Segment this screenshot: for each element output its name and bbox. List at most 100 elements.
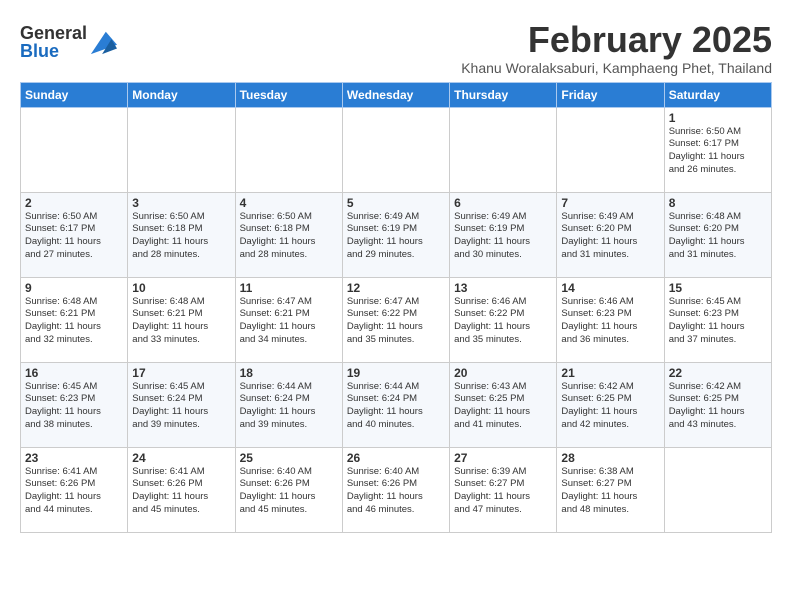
day-info-line: and 41 minutes. — [454, 419, 552, 432]
day-info-line: and 37 minutes. — [669, 334, 767, 347]
day-info-line: Sunset: 6:27 PM — [454, 478, 552, 491]
day-info-line: Sunrise: 6:47 AM — [240, 296, 338, 309]
day-info-line: and 42 minutes. — [561, 419, 659, 432]
calendar-day-cell — [128, 107, 235, 192]
calendar-day-cell: 5Sunrise: 6:49 AMSunset: 6:19 PMDaylight… — [342, 192, 449, 277]
day-info-line: and 39 minutes. — [132, 419, 230, 432]
weekday-header-cell: Wednesday — [342, 82, 449, 107]
calendar-day-cell: 16Sunrise: 6:45 AMSunset: 6:23 PMDayligh… — [21, 362, 128, 447]
day-info-line: Daylight: 11 hours — [132, 321, 230, 334]
day-info-line: and 35 minutes. — [347, 334, 445, 347]
calendar-day-cell: 18Sunrise: 6:44 AMSunset: 6:24 PMDayligh… — [235, 362, 342, 447]
day-info-line: Sunset: 6:24 PM — [240, 393, 338, 406]
day-info-line: Daylight: 11 hours — [454, 406, 552, 419]
day-info-line: and 47 minutes. — [454, 504, 552, 517]
day-info-line: and 45 minutes. — [132, 504, 230, 517]
logo-icon — [89, 28, 117, 56]
day-info-line: Sunset: 6:23 PM — [561, 308, 659, 321]
day-info-line: and 31 minutes. — [669, 249, 767, 262]
day-info-line: and 32 minutes. — [25, 334, 123, 347]
day-info-line: and 34 minutes. — [240, 334, 338, 347]
day-info-line: and 26 minutes. — [669, 164, 767, 177]
day-info-line: and 44 minutes. — [25, 504, 123, 517]
calendar-day-cell: 3Sunrise: 6:50 AMSunset: 6:18 PMDaylight… — [128, 192, 235, 277]
day-number: 8 — [669, 196, 767, 210]
day-info-line: Sunrise: 6:39 AM — [454, 466, 552, 479]
day-info-line: Daylight: 11 hours — [454, 321, 552, 334]
location-subtitle: Khanu Woralaksaburi, Kamphaeng Phet, Tha… — [461, 60, 772, 76]
day-number: 6 — [454, 196, 552, 210]
day-info-line: Sunrise: 6:41 AM — [132, 466, 230, 479]
day-info-line: Sunset: 6:25 PM — [669, 393, 767, 406]
day-info-line: Sunrise: 6:44 AM — [347, 381, 445, 394]
logo-blue-text: Blue — [20, 42, 87, 60]
day-info-line: and 46 minutes. — [347, 504, 445, 517]
day-number: 24 — [132, 451, 230, 465]
day-info-line: Daylight: 11 hours — [347, 406, 445, 419]
day-info-line: Daylight: 11 hours — [25, 406, 123, 419]
day-info-line: Daylight: 11 hours — [454, 491, 552, 504]
weekday-header-cell: Saturday — [664, 82, 771, 107]
day-number: 4 — [240, 196, 338, 210]
calendar-day-cell: 24Sunrise: 6:41 AMSunset: 6:26 PMDayligh… — [128, 447, 235, 532]
day-info-line: Sunrise: 6:49 AM — [454, 211, 552, 224]
day-number: 25 — [240, 451, 338, 465]
day-info-line: and 31 minutes. — [561, 249, 659, 262]
day-number: 15 — [669, 281, 767, 295]
day-info-line: Daylight: 11 hours — [25, 491, 123, 504]
calendar-body: 1Sunrise: 6:50 AMSunset: 6:17 PMDaylight… — [21, 107, 772, 532]
day-info-line: Sunset: 6:20 PM — [561, 223, 659, 236]
day-info-line: Sunset: 6:17 PM — [669, 138, 767, 151]
day-info-line: Sunset: 6:22 PM — [347, 308, 445, 321]
calendar-day-cell: 11Sunrise: 6:47 AMSunset: 6:21 PMDayligh… — [235, 277, 342, 362]
day-info-line: Sunset: 6:21 PM — [240, 308, 338, 321]
calendar-day-cell — [450, 107, 557, 192]
day-info-line: Sunset: 6:22 PM — [454, 308, 552, 321]
day-info-line: Sunrise: 6:42 AM — [669, 381, 767, 394]
day-info-line: Sunrise: 6:49 AM — [561, 211, 659, 224]
calendar-day-cell: 1Sunrise: 6:50 AMSunset: 6:17 PMDaylight… — [664, 107, 771, 192]
day-info-line: and 40 minutes. — [347, 419, 445, 432]
day-info-line: and 30 minutes. — [454, 249, 552, 262]
day-number: 21 — [561, 366, 659, 380]
calendar-day-cell: 6Sunrise: 6:49 AMSunset: 6:19 PMDaylight… — [450, 192, 557, 277]
day-number: 3 — [132, 196, 230, 210]
calendar-week-row: 23Sunrise: 6:41 AMSunset: 6:26 PMDayligh… — [21, 447, 772, 532]
day-info-line: Daylight: 11 hours — [561, 321, 659, 334]
day-info-line: Daylight: 11 hours — [561, 406, 659, 419]
day-info-line: Sunrise: 6:44 AM — [240, 381, 338, 394]
calendar-day-cell — [235, 107, 342, 192]
day-number: 14 — [561, 281, 659, 295]
calendar-day-cell: 23Sunrise: 6:41 AMSunset: 6:26 PMDayligh… — [21, 447, 128, 532]
calendar-day-cell — [342, 107, 449, 192]
day-info-line: and 39 minutes. — [240, 419, 338, 432]
calendar-day-cell: 12Sunrise: 6:47 AMSunset: 6:22 PMDayligh… — [342, 277, 449, 362]
day-info-line: Daylight: 11 hours — [25, 236, 123, 249]
day-info-line: Sunrise: 6:40 AM — [347, 466, 445, 479]
day-info-line: Daylight: 11 hours — [25, 321, 123, 334]
calendar-day-cell: 22Sunrise: 6:42 AMSunset: 6:25 PMDayligh… — [664, 362, 771, 447]
calendar-day-cell: 27Sunrise: 6:39 AMSunset: 6:27 PMDayligh… — [450, 447, 557, 532]
day-number: 7 — [561, 196, 659, 210]
day-info-line: Daylight: 11 hours — [561, 236, 659, 249]
calendar-day-cell — [664, 447, 771, 532]
day-info-line: Sunset: 6:24 PM — [132, 393, 230, 406]
day-info-line: Sunrise: 6:48 AM — [25, 296, 123, 309]
day-info-line: Sunset: 6:26 PM — [240, 478, 338, 491]
day-info-line: Daylight: 11 hours — [132, 236, 230, 249]
weekday-header-cell: Tuesday — [235, 82, 342, 107]
day-number: 23 — [25, 451, 123, 465]
calendar-day-cell: 26Sunrise: 6:40 AMSunset: 6:26 PMDayligh… — [342, 447, 449, 532]
day-info-line: Daylight: 11 hours — [561, 491, 659, 504]
day-info-line: Sunrise: 6:42 AM — [561, 381, 659, 394]
day-info-line: Sunrise: 6:48 AM — [132, 296, 230, 309]
month-title: February 2025 — [461, 20, 772, 60]
day-number: 16 — [25, 366, 123, 380]
day-number: 17 — [132, 366, 230, 380]
day-info-line: Sunrise: 6:40 AM — [240, 466, 338, 479]
day-info-line: Sunset: 6:24 PM — [347, 393, 445, 406]
day-number: 28 — [561, 451, 659, 465]
day-info-line: Daylight: 11 hours — [240, 491, 338, 504]
day-number: 26 — [347, 451, 445, 465]
calendar-day-cell: 4Sunrise: 6:50 AMSunset: 6:18 PMDaylight… — [235, 192, 342, 277]
